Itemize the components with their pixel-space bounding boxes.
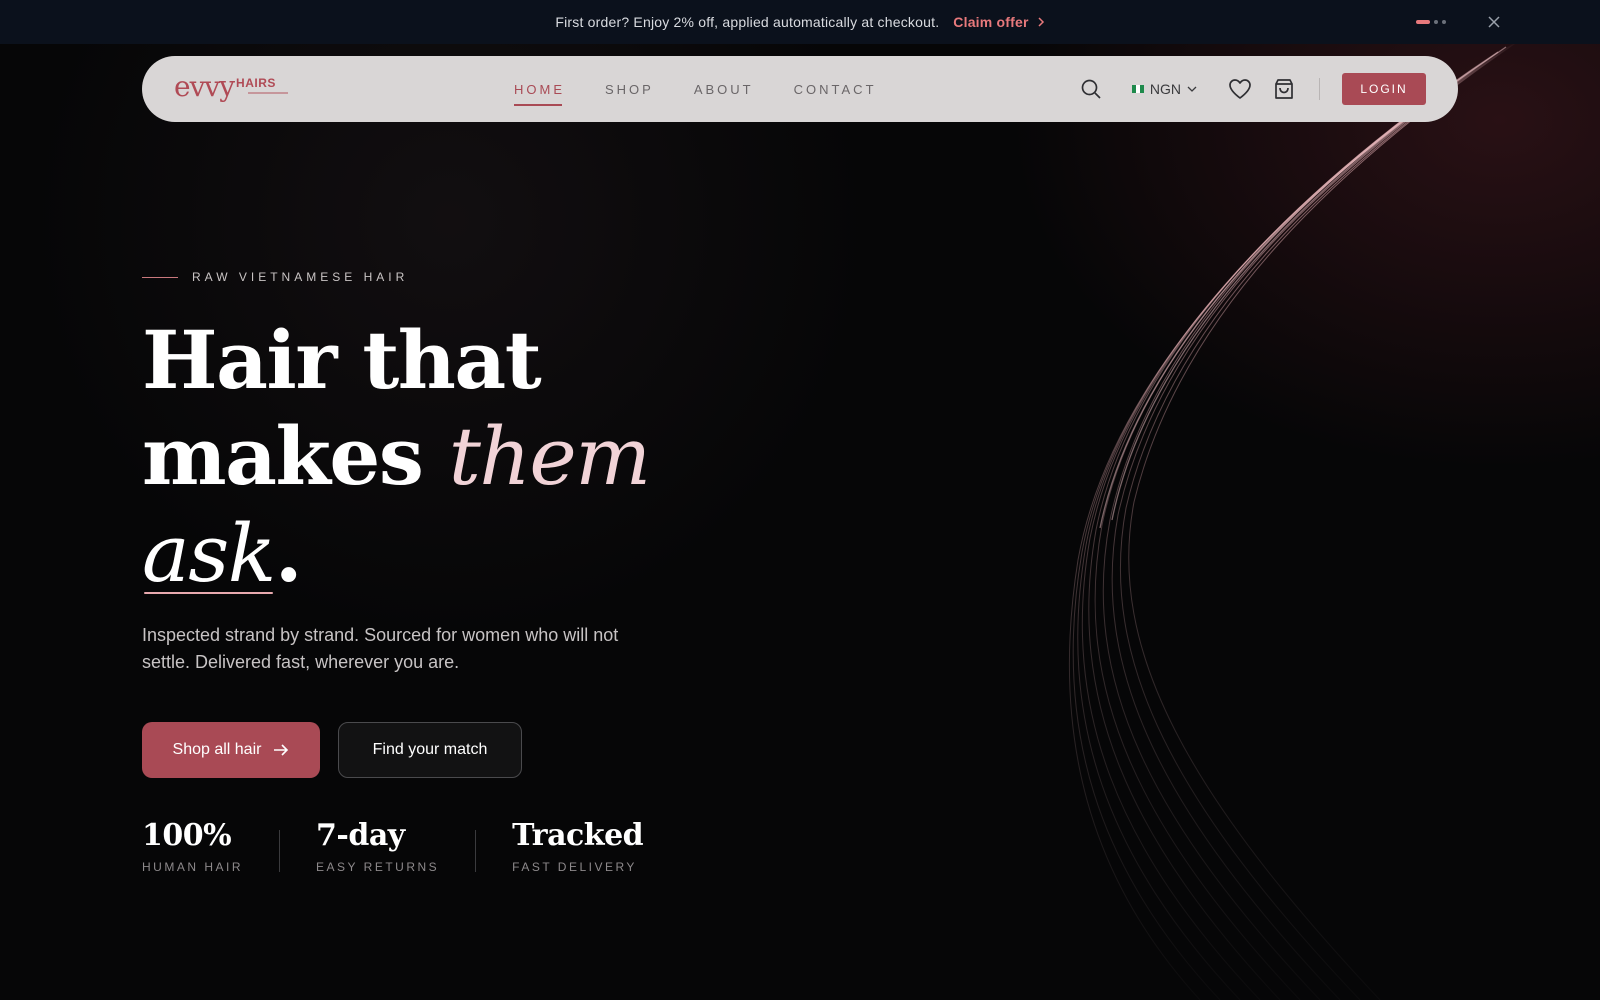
heart-icon: [1229, 79, 1251, 99]
close-icon: [1488, 16, 1500, 28]
headline-period: .: [274, 506, 303, 600]
claim-offer-label: Claim offer: [953, 14, 1029, 30]
nav-divider: [1319, 78, 1320, 100]
pagination-dot-active[interactable]: [1416, 20, 1430, 24]
nav-item-home[interactable]: HOME: [514, 82, 565, 106]
nav-item-shop[interactable]: SHOP: [605, 82, 654, 97]
nav-item-about[interactable]: ABOUT: [694, 82, 754, 97]
brand-logo[interactable]: evvy HAIRS: [174, 70, 288, 103]
shop-all-hair-button[interactable]: Shop all hair: [142, 722, 320, 778]
headline-emphasis: them: [448, 410, 651, 503]
logo-wordmark: evvy: [174, 70, 235, 103]
headline-ask: ask: [142, 507, 276, 600]
hero-stats: 100% HUMAN HAIR 7-day EASY RETURNS Track…: [142, 818, 644, 874]
logo-subtext: HAIRS: [236, 76, 276, 90]
close-announcement-button[interactable]: [1484, 12, 1504, 32]
hero-eyebrow: RAW VIETNAMESE HAIR: [142, 270, 408, 284]
headline-line-2: makes: [142, 409, 449, 503]
nigeria-flag-icon: [1131, 85, 1144, 93]
cart-button[interactable]: [1271, 76, 1297, 102]
eyebrow-text: RAW VIETNAMESE HAIR: [192, 270, 409, 284]
wishlist-button[interactable]: [1227, 76, 1253, 102]
stat-easy-returns: 7-day EASY RETURNS: [316, 818, 439, 874]
pagination-dot[interactable]: [1442, 20, 1446, 24]
arrow-right-icon: [274, 744, 289, 756]
search-icon: [1081, 79, 1101, 99]
chevron-right-icon: [1038, 17, 1044, 27]
stat-divider: [475, 830, 477, 872]
stat-human-hair: 100% HUMAN HAIR: [142, 818, 243, 874]
stat-divider: [279, 830, 281, 872]
find-your-match-label: Find your match: [372, 741, 488, 758]
eyebrow-line: [142, 276, 178, 278]
stat-value: 7-day: [316, 818, 405, 853]
claim-offer-link[interactable]: Claim offer: [953, 14, 1044, 30]
shopping-bag-icon: [1275, 79, 1293, 99]
announcement-pagination[interactable]: [1416, 20, 1446, 24]
nav-item-contact[interactable]: CONTACT: [794, 82, 877, 97]
nav-actions: NGN LOGIN: [1078, 56, 1426, 122]
announcement-bar: First order? Enjoy 2% off, applied autom…: [0, 0, 1600, 44]
currency-selector[interactable]: NGN: [1131, 81, 1197, 97]
hero-headline: Hair that makes them ask.: [142, 312, 651, 602]
stat-fast-delivery: Tracked FAST DELIVERY: [512, 818, 644, 874]
stat-label: FAST DELIVERY: [512, 860, 637, 874]
announcement-text: First order? Enjoy 2% off, applied autom…: [555, 14, 940, 30]
stat-value: 100%: [142, 818, 232, 853]
page: First order? Enjoy 2% off, applied autom…: [0, 0, 1600, 1000]
logo-tagline-line: [248, 92, 288, 94]
shop-all-hair-label: Shop all hair: [172, 741, 262, 758]
stat-label: HUMAN HAIR: [142, 860, 244, 874]
nav-menu: HOME SHOP ABOUT CONTACT: [514, 56, 877, 122]
stat-value: Tracked: [512, 818, 644, 853]
pagination-dot[interactable]: [1434, 20, 1438, 24]
currency-code: NGN: [1149, 81, 1181, 97]
find-your-match-button[interactable]: Find your match: [338, 722, 522, 778]
search-button[interactable]: [1078, 76, 1104, 102]
hero-description: Inspected strand by strand. Sourced for …: [142, 625, 619, 672]
stat-label: EASY RETURNS: [316, 860, 440, 874]
headline-line-1: Hair that: [142, 313, 542, 407]
login-button[interactable]: LOGIN: [1342, 73, 1426, 105]
main-navigation: evvy HAIRS HOME SHOP ABOUT CONTACT NGN L…: [142, 56, 1458, 122]
chevron-down-icon: [1187, 86, 1197, 92]
